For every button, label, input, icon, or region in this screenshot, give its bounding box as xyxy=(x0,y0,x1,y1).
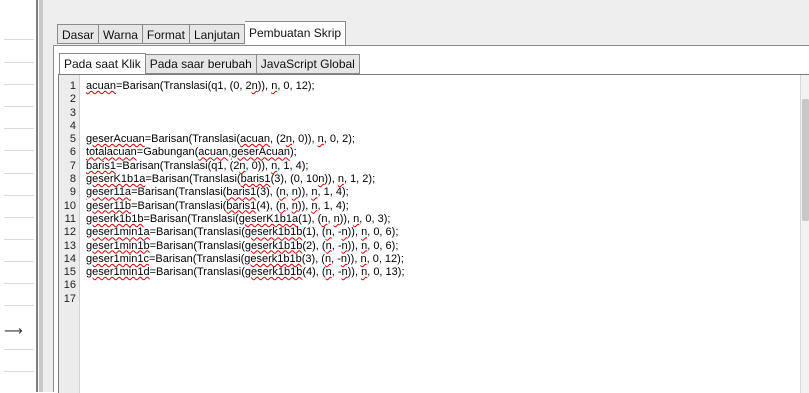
code-line[interactable]: 12 geser1min1a=Barisan(Translasi(geserk1b… xyxy=(59,226,809,239)
code-line[interactable]: 14 geser1min1c=Barisan(Translasi(geserk1b… xyxy=(59,253,809,266)
line-number: 16 xyxy=(63,279,76,292)
code-text: acuan=Barisan(Translasi(q1, (0, 2n)), n,… xyxy=(86,80,315,92)
code-text: geser1min1d=Barisan(Translasi(geserk1b1b… xyxy=(86,266,405,279)
code-line[interactable]: 17 xyxy=(59,293,809,306)
code-text: geserK1b1a=Barisan(Translasi(baris1(3), … xyxy=(86,173,376,186)
code-text: geser1min1a=Barisan(Translasi(geserk1b1b… xyxy=(86,226,399,239)
code-line[interactable]: 10 geser11b=Barisan(Translasi(baris1(4), … xyxy=(59,200,809,213)
subtab-on-update[interactable]: Pada saar berubah xyxy=(145,54,257,74)
subtab-on-click[interactable]: Pada saat Klik xyxy=(59,53,146,75)
tab-format[interactable]: Format xyxy=(142,24,190,44)
tab-warna[interactable]: Warna xyxy=(99,24,143,44)
code-text: geser1min1b=Barisan(Translasi(geserk1b1b… xyxy=(86,239,399,252)
code-text: geser11a=Barisan(Translasi(baris1(3), (n… xyxy=(86,186,349,199)
line-number: 17 xyxy=(63,292,76,305)
code-line[interactable]: 13 geser1min1b=Barisan(Translasi(geserk1b… xyxy=(59,240,809,253)
code-line[interactable]: 16 xyxy=(59,279,809,292)
code-text: geserk1b1b=Barisan(Translasi(geserK1b1a(… xyxy=(86,212,391,225)
grid-line xyxy=(4,128,34,129)
scripting-tab-content: Pada saat Klik Pada saar berubah JavaScr… xyxy=(53,45,809,393)
code-line[interactable]: 4 xyxy=(59,120,809,133)
line-number: 7 xyxy=(69,159,76,172)
line-number: 15 xyxy=(63,266,76,279)
line-number: 13 xyxy=(63,239,76,252)
vertical-scrollbar[interactable] xyxy=(800,75,809,393)
code-line[interactable]: 6 totalacuan=Gabungan(acuan,geserAcuan); xyxy=(59,146,809,159)
code-line[interactable]: 7 baris1=Barisan(Translasi(q1, (2n, 0)), … xyxy=(59,160,809,173)
line-number: 5 xyxy=(69,133,76,146)
code-text: geserAcuan=Barisan(Translasi(acuan, (2n,… xyxy=(86,133,355,146)
main-tabs: Dasar Warna Format Lanjutan Pembuatan Sk… xyxy=(57,21,347,45)
grid-line xyxy=(4,371,34,372)
tab-dasar[interactable]: Dasar xyxy=(57,24,100,44)
code-text: geser1min1c=Barisan(Translasi(geserk1b1b… xyxy=(86,252,404,265)
line-number: 3 xyxy=(69,106,76,119)
splitter[interactable] xyxy=(36,0,38,392)
code-line[interactable]: 2 xyxy=(59,93,809,106)
code-line[interactable]: 1 acuan=Barisan(Translasi(q1, (0, 2n)), n… xyxy=(59,80,809,93)
properties-panel: Dasar Warna Format Lanjutan Pembuatan Sk… xyxy=(43,0,809,393)
code-text: baris1=Barisan(Translasi(q1, (2n, 0)), n… xyxy=(86,159,309,172)
code-text: totalacuan=Gabungan(acuan,geserAcuan); xyxy=(86,146,297,159)
graphics-view-strip[interactable]: ⟶ xyxy=(0,0,36,392)
script-editor[interactable]: 1 acuan=Barisan(Translasi(q1, (0, 2n)), n… xyxy=(58,74,809,393)
code-line[interactable]: 9 geser11a=Barisan(Translasi(baris1(3), (… xyxy=(59,186,809,199)
scrollbar-thumb[interactable] xyxy=(802,99,809,221)
arrow-right-icon: ⟶ xyxy=(4,324,23,339)
grid-line xyxy=(4,106,34,107)
grid-line xyxy=(4,305,34,306)
grid-line xyxy=(4,62,34,63)
line-number: 2 xyxy=(69,93,76,106)
tab-lanjutan[interactable]: Lanjutan xyxy=(189,24,245,44)
tab-pembuatan-skrip[interactable]: Pembuatan Skrip xyxy=(244,21,347,45)
line-number: 4 xyxy=(69,119,76,132)
code-line[interactable]: 3 xyxy=(59,107,809,120)
code-line[interactable]: 11 geserk1b1b=Barisan(Translasi(geserK1b1… xyxy=(59,213,809,226)
code-text: geser11b=Barisan(Translasi(baris1(4), (n… xyxy=(86,199,349,212)
line-number: 1 xyxy=(69,80,76,92)
grid-line xyxy=(4,195,34,196)
script-subtabs: Pada saat Klik Pada saar berubah JavaScr… xyxy=(59,52,360,75)
line-number: 8 xyxy=(69,173,76,186)
grid-line xyxy=(4,239,34,240)
line-number: 10 xyxy=(63,199,76,212)
code-line[interactable]: 5 geserAcuan=Barisan(Translasi(acuan, (2n… xyxy=(59,133,809,146)
grid-line xyxy=(4,283,34,284)
code-line[interactable]: 8 geserK1b1a=Barisan(Translasi(baris1(3),… xyxy=(59,173,809,186)
grid-line xyxy=(4,39,34,40)
grid-line xyxy=(4,84,34,85)
line-number: 6 xyxy=(69,146,76,159)
code-lines: 1 acuan=Barisan(Translasi(q1, (0, 2n)), n… xyxy=(59,80,809,306)
code-line[interactable]: 15 geser1min1d=Barisan(Translasi(geserk1b… xyxy=(59,266,809,279)
grid-line xyxy=(4,349,34,350)
grid-line xyxy=(4,173,34,174)
line-number: 12 xyxy=(63,226,76,239)
grid-line xyxy=(4,150,34,151)
subtab-global-javascript[interactable]: JavaScript Global xyxy=(256,54,360,74)
grid-line xyxy=(4,261,34,262)
line-number: 9 xyxy=(69,186,76,199)
grid-line xyxy=(4,217,34,218)
line-number: 14 xyxy=(63,252,76,265)
line-number: 11 xyxy=(64,212,76,225)
